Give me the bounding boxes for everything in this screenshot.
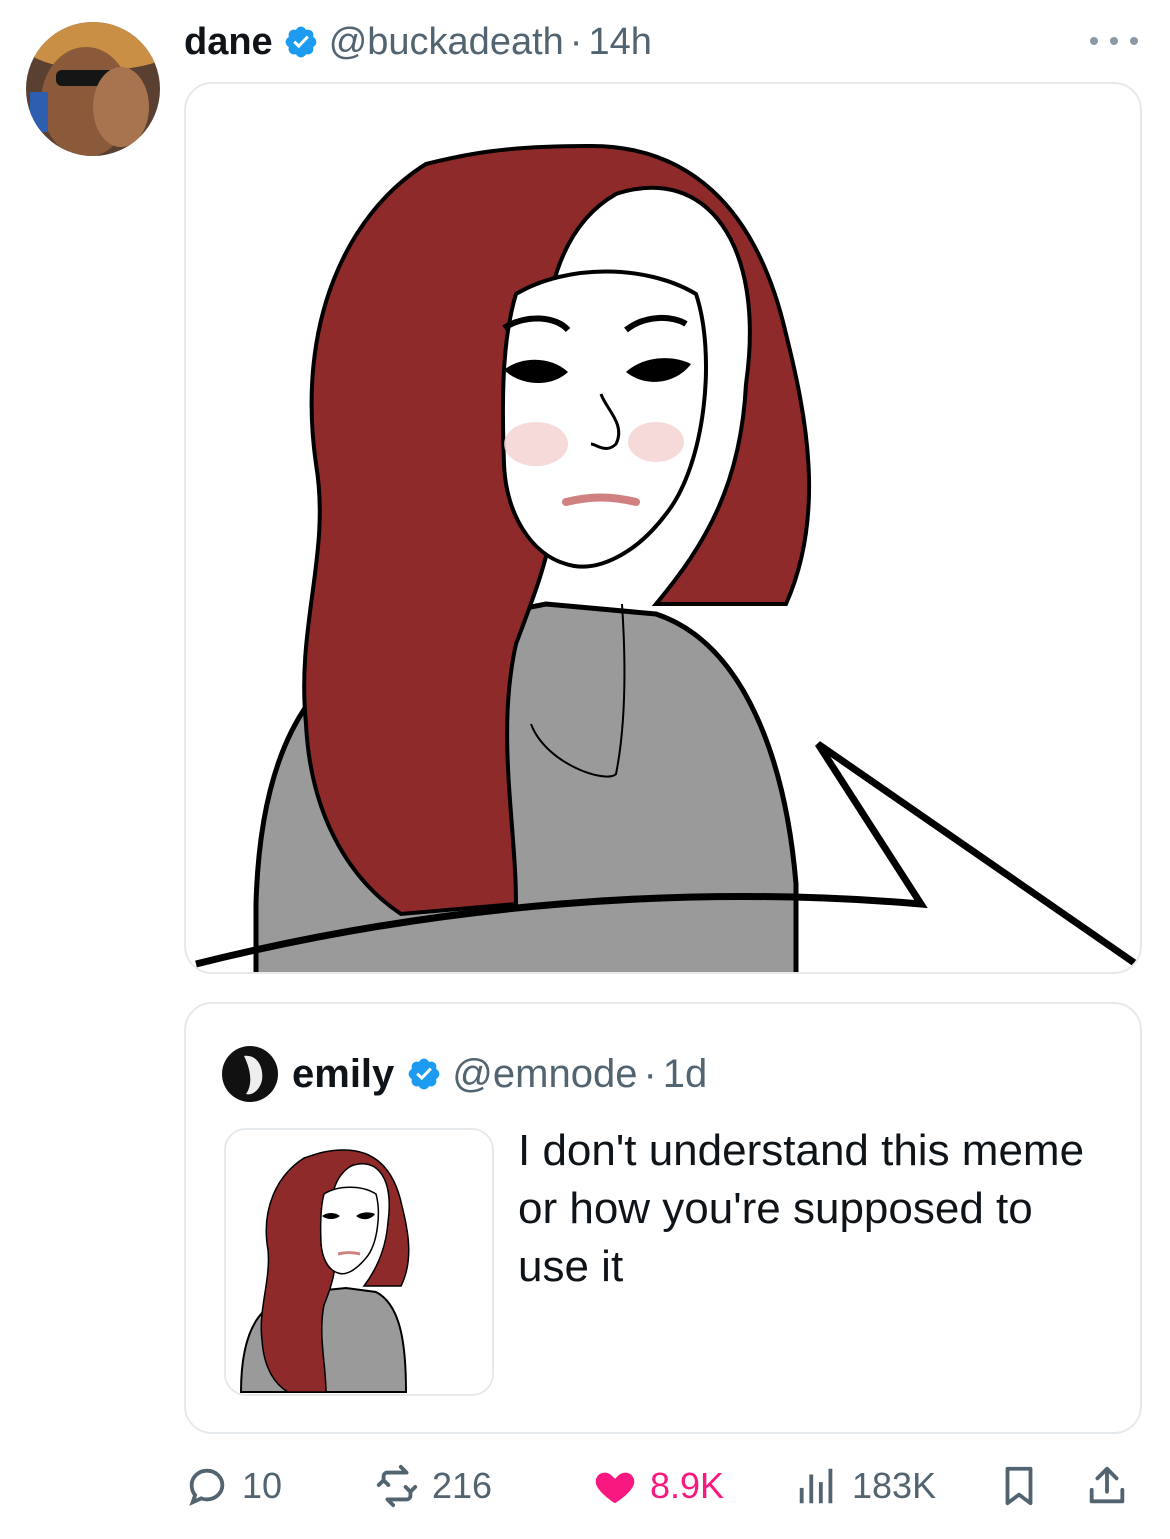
more-options-icon[interactable] bbox=[1090, 30, 1138, 52]
verified-badge-icon bbox=[285, 26, 317, 58]
dot bbox=[1090, 37, 1098, 45]
author-avatar[interactable] bbox=[26, 22, 160, 156]
post-header: dane @buckadeath · 14h bbox=[184, 14, 652, 70]
quoted-author-display-name[interactable]: emily bbox=[292, 1052, 394, 1097]
post-media-image[interactable] bbox=[184, 82, 1142, 974]
like-button[interactable]: 8.9K bbox=[592, 1456, 724, 1516]
bookmark-button[interactable] bbox=[996, 1456, 1042, 1516]
views-button[interactable]: 183K bbox=[794, 1456, 936, 1516]
reply-icon bbox=[189, 1468, 225, 1506]
reply-count: 10 bbox=[242, 1465, 283, 1506]
separator-dot: · bbox=[569, 20, 583, 63]
quoted-post-timestamp[interactable]: 1d bbox=[663, 1052, 708, 1097]
quoted-author-avatar[interactable] bbox=[222, 1046, 278, 1102]
author-display-name[interactable]: dane bbox=[184, 21, 273, 64]
dot bbox=[1110, 37, 1118, 45]
dot bbox=[1130, 37, 1138, 45]
quoted-post-thumbnail[interactable] bbox=[224, 1128, 494, 1396]
bookmark-icon bbox=[1005, 1466, 1033, 1506]
quoted-author-handle[interactable]: @emnode bbox=[452, 1052, 637, 1097]
views-count: 183K bbox=[852, 1465, 937, 1506]
heart-filled-icon bbox=[595, 1472, 635, 1504]
like-count: 8.9K bbox=[650, 1465, 725, 1506]
reply-button[interactable]: 10 bbox=[184, 1456, 282, 1516]
repost-count: 216 bbox=[432, 1465, 493, 1506]
repost-button[interactable]: 216 bbox=[374, 1456, 492, 1516]
views-chart-icon bbox=[799, 1468, 833, 1504]
separator-dot: · bbox=[643, 1051, 657, 1096]
quoted-post-header: emily @emnode · 1d bbox=[222, 1044, 707, 1104]
repost-icon bbox=[376, 1464, 418, 1508]
share-icon bbox=[1089, 1466, 1125, 1504]
post-action-bar: 10 216 8.9K 183K bbox=[184, 1456, 1142, 1516]
quoted-post-text: I don't understand this meme or how you'… bbox=[518, 1126, 1085, 1291]
meme-illustration bbox=[195, 143, 1138, 972]
verified-badge-icon bbox=[408, 1058, 440, 1090]
share-button[interactable] bbox=[1084, 1456, 1130, 1516]
author-handle[interactable]: @buckadeath bbox=[329, 21, 564, 64]
post-timestamp[interactable]: 14h bbox=[588, 21, 651, 64]
quoted-post-card[interactable]: emily @emnode · 1d I don't understand th… bbox=[184, 1002, 1142, 1434]
